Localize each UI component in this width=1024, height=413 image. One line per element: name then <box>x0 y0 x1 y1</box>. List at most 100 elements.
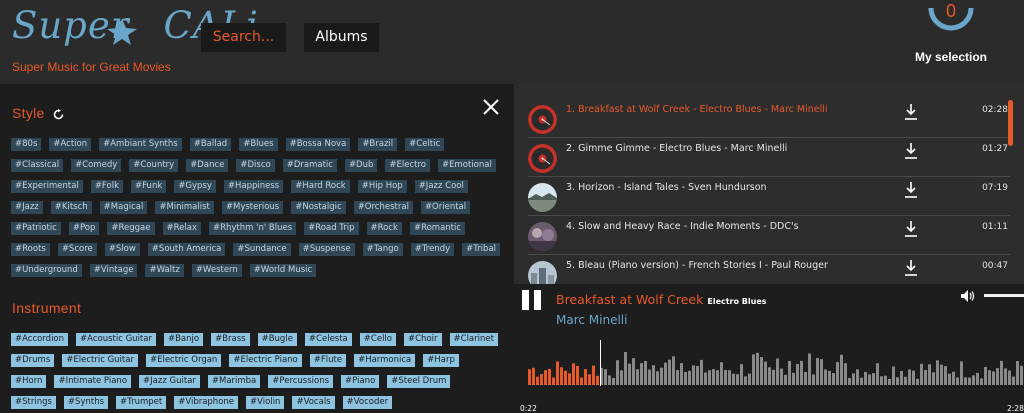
style-tag[interactable]: #Jazz <box>11 201 43 214</box>
download-icon[interactable] <box>904 220 918 238</box>
style-tag[interactable]: #Dance <box>186 159 229 172</box>
logo[interactable]: SuperCALi Super Music for Great Movies <box>12 4 258 76</box>
style-tag[interactable]: #Electro <box>385 159 430 172</box>
playlist-track-row[interactable]: 5. Bleau (Piano version) - French Storie… <box>528 256 1010 284</box>
style-tag[interactable]: #Rock <box>366 222 402 235</box>
style-tag[interactable]: #Vintage <box>89 264 138 277</box>
album-cover-thumbnail[interactable] <box>528 183 557 212</box>
style-tag[interactable]: #Mysterious <box>221 201 284 214</box>
style-tag[interactable]: #Underground <box>11 264 82 277</box>
instrument-tag[interactable]: #Celesta <box>304 333 352 346</box>
style-tag[interactable]: #Oriental <box>420 201 471 214</box>
style-tag[interactable]: #Bossa Nova <box>285 138 351 151</box>
style-tag[interactable]: #Magical <box>99 201 148 214</box>
instrument-tag[interactable]: #Violin <box>246 396 285 409</box>
style-tag[interactable]: #Waltz <box>145 264 184 277</box>
download-icon[interactable] <box>904 103 918 121</box>
style-tag[interactable]: #Action <box>49 138 92 151</box>
album-cover-thumbnail[interactable] <box>528 105 557 134</box>
style-tag[interactable]: #Hard Rock <box>291 180 350 193</box>
style-tag[interactable]: #Happiness <box>223 180 284 193</box>
style-tag[interactable]: #Suspense <box>298 243 355 256</box>
instrument-tag[interactable]: #Vocals <box>292 396 335 409</box>
instrument-tag[interactable]: #Intimate Piano <box>54 375 132 388</box>
style-tag[interactable]: #Rhythm 'n' Blues <box>208 222 297 235</box>
style-tag[interactable]: #Tango <box>362 243 403 256</box>
instrument-tag[interactable]: #Electric Organ <box>145 354 222 367</box>
style-tag[interactable]: #Trendy <box>410 243 455 256</box>
style-tag[interactable]: #Disco <box>236 159 275 172</box>
volume-slider[interactable] <box>984 294 1024 297</box>
instrument-tag[interactable]: #Vibraphone <box>174 396 239 409</box>
style-tag[interactable]: #Nostalgic <box>291 201 346 214</box>
instrument-tag[interactable]: #Electric Piano <box>229 354 302 367</box>
instrument-tag[interactable]: #Drums <box>11 354 55 367</box>
track-title[interactable]: 5. Bleau (Piano version) - French Storie… <box>566 260 828 271</box>
instrument-tag[interactable]: #Cello <box>359 333 396 346</box>
instrument-tag[interactable]: #Steel Drum <box>387 375 451 388</box>
style-tag[interactable]: #Romantic <box>409 222 466 235</box>
playlist-scrollbar[interactable] <box>1008 100 1013 146</box>
albums-button[interactable]: Albums <box>304 23 379 52</box>
track-title[interactable]: 2. Gimme Gimme - Electro Blues - Marc Mi… <box>566 143 787 154</box>
reset-icon[interactable] <box>53 108 64 120</box>
style-tag[interactable]: #Kitsch <box>50 201 92 214</box>
style-tag[interactable]: #Road Trip <box>304 222 359 235</box>
style-tag[interactable]: #Orchestral <box>353 201 413 214</box>
style-tag[interactable]: #Hip Hop <box>357 180 407 193</box>
track-title[interactable]: 1. Breakfast at Wolf Creek - Electro Blu… <box>566 104 828 115</box>
album-cover-thumbnail[interactable] <box>528 144 557 173</box>
style-tag[interactable]: #Dramatic <box>282 159 337 172</box>
download-icon[interactable] <box>904 259 918 277</box>
style-tag[interactable]: #Emotional <box>438 159 496 172</box>
style-tag[interactable]: #Pop <box>68 222 100 235</box>
instrument-tag[interactable]: #Jazz Guitar <box>139 375 200 388</box>
instrument-tag[interactable]: #Harp <box>423 354 459 367</box>
style-tag[interactable]: #Blues <box>239 138 278 151</box>
instrument-tag[interactable]: #Trumpet <box>116 396 167 409</box>
playhead-cursor[interactable] <box>600 340 601 386</box>
playlist-track-row[interactable]: 2. Gimme Gimme - Electro Blues - Marc Mi… <box>528 139 1010 177</box>
playlist-track-row[interactable]: 3. Horizon - Island Tales - Sven Hundurs… <box>528 178 1010 216</box>
instrument-tag[interactable]: #Synths <box>63 396 109 409</box>
style-tag[interactable]: #Minimalist <box>155 201 214 214</box>
instrument-tag[interactable]: #Horn <box>11 375 47 388</box>
style-tag[interactable]: #Reggae <box>107 222 155 235</box>
style-tag[interactable]: #Ballad <box>189 138 232 151</box>
instrument-tag[interactable]: #Banjo <box>163 333 204 346</box>
style-tag[interactable]: #World Music <box>249 264 317 277</box>
album-cover-thumbnail[interactable] <box>528 261 557 284</box>
instrument-tag[interactable]: #Clarinet <box>449 333 498 346</box>
style-tag[interactable]: #Brazil <box>358 138 398 151</box>
instrument-tag[interactable]: #Brass <box>211 333 250 346</box>
my-selection-button[interactable]: 0 My selection <box>905 0 997 70</box>
instrument-tag[interactable]: #Choir <box>404 333 442 346</box>
style-tag[interactable]: #Sundance <box>233 243 291 256</box>
download-icon[interactable] <box>904 181 918 199</box>
playlist-track-row[interactable]: 4. Slow and Heavy Race - Indie Moments -… <box>528 217 1010 255</box>
style-tag[interactable]: #Tribal <box>462 243 501 256</box>
style-tag[interactable]: #Celtic <box>405 138 445 151</box>
style-tag[interactable]: #Classical <box>11 159 64 172</box>
style-tag[interactable]: #Score <box>57 243 97 256</box>
style-tag[interactable]: #Western <box>191 264 242 277</box>
instrument-tag[interactable]: #Harmonica <box>354 354 416 367</box>
style-tag[interactable]: #Relax <box>162 222 201 235</box>
style-tag[interactable]: #80s <box>11 138 42 151</box>
playlist-track-row[interactable]: 1. Breakfast at Wolf Creek - Electro Blu… <box>528 100 1010 138</box>
style-tag[interactable]: #Country <box>129 159 179 172</box>
track-title[interactable]: 3. Horizon - Island Tales - Sven Hundurs… <box>566 182 767 193</box>
album-cover-thumbnail[interactable] <box>528 222 557 251</box>
search-button[interactable]: Search... <box>201 23 286 52</box>
style-tag[interactable]: #Roots <box>11 243 50 256</box>
style-tag[interactable]: #Slow <box>104 243 140 256</box>
style-tag[interactable]: #Dub <box>344 159 378 172</box>
style-tag[interactable]: #Comedy <box>71 159 122 172</box>
style-tag[interactable]: #Patriotic <box>11 222 61 235</box>
close-icon[interactable] <box>482 98 500 116</box>
instrument-tag[interactable]: #Marimba <box>207 375 261 388</box>
instrument-tag[interactable]: #Percussions <box>268 375 334 388</box>
instrument-tag[interactable]: #Piano <box>341 375 380 388</box>
instrument-tag[interactable]: #Acoustic Guitar <box>76 333 156 346</box>
style-tag[interactable]: #Ambiant Synths <box>99 138 182 151</box>
